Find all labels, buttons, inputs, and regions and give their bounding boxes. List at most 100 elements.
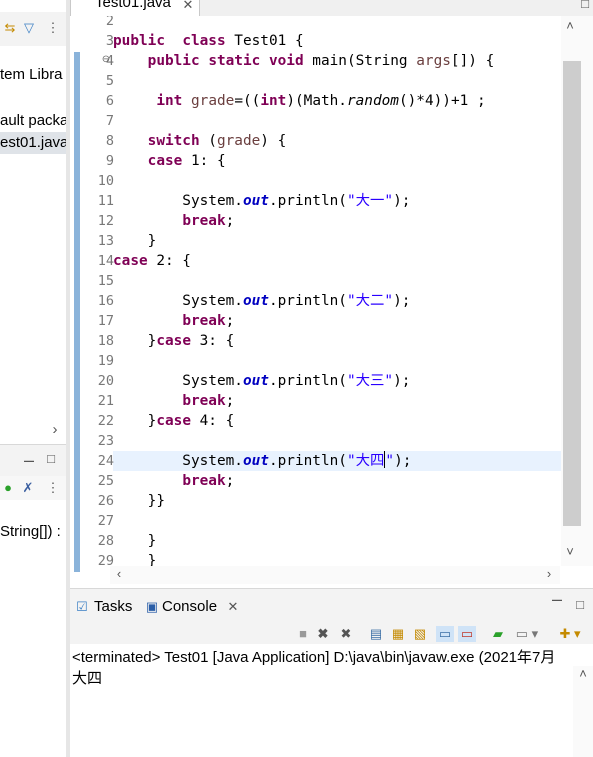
code-line[interactable]: }: [113, 231, 157, 251]
view-menu-icon[interactable]: ⋮: [46, 480, 60, 496]
code-token: out: [242, 453, 269, 469]
pin-console-icon[interactable]: ▰: [490, 626, 506, 642]
tree-item-system-library[interactable]: tem Libra: [0, 66, 63, 83]
view-menu-icon[interactable]: ⋮: [46, 20, 60, 36]
line-number: 7: [105, 113, 114, 129]
code-token: class: [182, 33, 226, 49]
open-console-icon[interactable]: ✚ ▾: [556, 626, 584, 642]
public-member-icon[interactable]: ●: [2, 480, 14, 496]
line-number: 18: [97, 333, 114, 349]
code-line[interactable]: }: [113, 531, 157, 551]
code-line[interactable]: break;: [113, 471, 234, 491]
code-token: =((: [234, 93, 261, 109]
maximize-editor-icon[interactable]: □: [578, 0, 592, 12]
scroll-right-icon[interactable]: ›: [544, 566, 554, 582]
code-line[interactable]: System.out.println("大一");: [113, 191, 410, 211]
scroll-up-icon[interactable]: ˄: [576, 666, 590, 682]
code-token: grade: [216, 133, 261, 149]
code-token: .println(: [268, 453, 347, 469]
code-token: }: [113, 533, 157, 549]
scroll-lock-icon[interactable]: ▦: [390, 626, 406, 642]
minimize-icon[interactable]: –: [22, 451, 36, 469]
code-line[interactable]: }case 4: {: [113, 411, 235, 431]
line-number: 27: [97, 513, 114, 529]
clear-console-icon[interactable]: ▤: [368, 626, 384, 642]
code-line[interactable]: System.out.println("大三");: [113, 371, 410, 391]
hide-non-public-icon[interactable]: ✗: [20, 480, 36, 496]
outline-item-main[interactable]: String[]) :: [0, 523, 61, 540]
maximize-icon[interactable]: □: [573, 597, 587, 613]
outline-view-header: – □: [0, 444, 66, 478]
code-token: .println(: [268, 373, 347, 389]
show-on-stdout-icon[interactable]: ▭: [436, 626, 454, 642]
code-token: out: [242, 193, 269, 209]
horizontal-scrollbar[interactable]: ‹ ›: [110, 566, 560, 584]
code-token: "大三": [346, 373, 394, 389]
code-token: (: [199, 133, 217, 149]
code-line[interactable]: switch (grade) {: [113, 131, 287, 151]
code-token: break: [182, 313, 226, 329]
code-line[interactable]: }case 3: {: [113, 331, 235, 351]
code-token: ;: [225, 393, 235, 409]
code-line[interactable]: case 1: {: [113, 151, 226, 171]
code-line[interactable]: int grade=((int)(Math.random()*4))+1 ;: [113, 91, 485, 111]
scroll-left-icon[interactable]: ‹: [114, 566, 124, 582]
terminate-icon[interactable]: ■: [296, 626, 310, 642]
code-line[interactable]: System.out.println("大四");: [113, 451, 411, 471]
show-on-stderr-icon[interactable]: ▭: [458, 626, 476, 642]
close-icon[interactable]: ✕: [181, 0, 195, 13]
code-token: case: [147, 153, 183, 169]
code-token: []) {: [450, 53, 495, 69]
code-token: int: [156, 93, 183, 109]
line-number: 29: [97, 553, 114, 569]
link-with-editor-icon[interactable]: ⇆: [2, 20, 18, 36]
line-number: 17: [97, 313, 114, 329]
remove-launch-icon[interactable]: ✖: [316, 626, 330, 642]
line-number: 19: [97, 353, 114, 369]
code-token: );: [393, 193, 411, 209]
console-output[interactable]: 大四: [72, 667, 102, 688]
code-token: );: [394, 453, 412, 469]
code-line[interactable]: public static void main(String args[]) {: [113, 51, 495, 71]
code-token: 4: {: [190, 413, 235, 429]
tab-tasks[interactable]: Tasks: [94, 598, 132, 615]
code-token: .println(: [268, 293, 347, 309]
code-line[interactable]: break;: [113, 311, 234, 331]
tree-item-default-package[interactable]: ault packa: [0, 112, 66, 129]
minimize-icon[interactable]: –: [550, 590, 564, 608]
scroll-up-icon[interactable]: ˄: [563, 18, 577, 34]
editor-tab-test01[interactable]: Test01.java ✕: [70, 0, 200, 17]
console-vertical-scrollbar[interactable]: ˄: [573, 666, 593, 757]
code-token: void: [268, 53, 304, 69]
code-token: public: [113, 33, 165, 49]
tab-console[interactable]: Console: [162, 598, 217, 615]
code-line[interactable]: public class Test01 {: [113, 31, 304, 51]
remove-all-terminated-icon[interactable]: ✖: [338, 626, 354, 642]
code-line[interactable]: case 2: {: [113, 251, 191, 271]
close-icon[interactable]: ✕: [227, 599, 239, 615]
code-line[interactable]: }}: [113, 491, 165, 511]
code-line[interactable]: break;: [113, 391, 234, 411]
chevron-right-icon[interactable]: ›: [48, 422, 62, 438]
code-token: ) {: [260, 133, 287, 149]
console-view: ☑ Tasks ▣ Console ✕ – □ ■ ✖ ✖ ▤ ▦ ▧ ▭ ▭ …: [70, 588, 593, 757]
code-token: ;: [225, 213, 235, 229]
filter-icon[interactable]: ▽: [22, 20, 36, 36]
code-line[interactable]: System.out.println("大二");: [113, 291, 410, 311]
word-wrap-icon[interactable]: ▧: [412, 626, 428, 642]
scroll-down-icon[interactable]: ˅: [563, 544, 577, 560]
vertical-scroll-thumb[interactable]: [563, 61, 581, 526]
display-selected-console-icon[interactable]: ▭ ▾: [514, 626, 540, 642]
tree-item-test01-java[interactable]: est01.java: [0, 134, 66, 151]
code-token: out: [242, 293, 269, 309]
code-token: grade: [191, 93, 235, 109]
code-editor[interactable]: 2 3 4 5 6 7 8 9 10 11 12 13 14 15 16 17 18 19 20 21 22 23 24 25…: [70, 16, 593, 588]
code-token: break: [182, 213, 226, 229]
line-number: 3: [105, 33, 114, 49]
code-line[interactable]: break;: [113, 211, 234, 231]
fold-collapse-icon[interactable]: ⊖: [100, 52, 112, 68]
maximize-icon[interactable]: □: [44, 451, 58, 467]
